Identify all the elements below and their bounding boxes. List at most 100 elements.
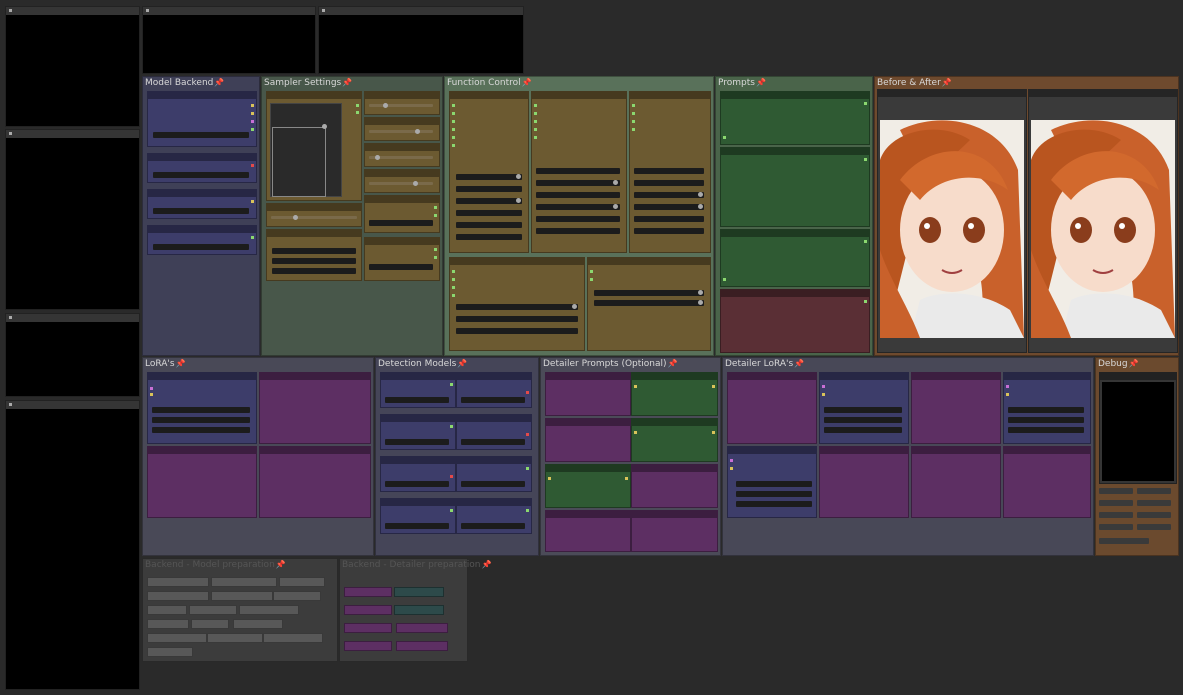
function-switch-node-1[interactable] bbox=[449, 91, 529, 253]
node-header[interactable] bbox=[728, 373, 816, 380]
output-socket[interactable] bbox=[251, 200, 254, 203]
node-header[interactable] bbox=[148, 226, 256, 233]
node-header[interactable] bbox=[6, 130, 139, 138]
input-socket[interactable] bbox=[534, 120, 537, 123]
input-socket[interactable] bbox=[452, 120, 455, 123]
node-header[interactable] bbox=[632, 511, 717, 518]
toggle-row[interactable] bbox=[456, 186, 522, 192]
pipe-node[interactable] bbox=[394, 605, 444, 615]
node-header[interactable] bbox=[365, 118, 439, 125]
toggle-row[interactable] bbox=[456, 234, 522, 240]
output-socket[interactable] bbox=[712, 431, 715, 434]
pipe-node[interactable] bbox=[147, 619, 189, 629]
model-widget[interactable] bbox=[385, 397, 449, 403]
pipe-node[interactable] bbox=[233, 619, 283, 629]
toggle-knob[interactable] bbox=[698, 204, 703, 209]
model-widget[interactable] bbox=[461, 397, 525, 403]
lora-widget[interactable] bbox=[824, 417, 902, 423]
input-socket[interactable] bbox=[452, 286, 455, 289]
input-socket[interactable] bbox=[632, 112, 635, 115]
slider-knob[interactable] bbox=[383, 103, 388, 108]
debug-row[interactable] bbox=[1137, 524, 1171, 530]
node-header[interactable] bbox=[457, 415, 531, 422]
denoise-slider-node[interactable] bbox=[364, 143, 440, 167]
toggle-row[interactable] bbox=[594, 300, 704, 306]
detailer-lora-node-6[interactable] bbox=[819, 446, 909, 518]
toggle-row[interactable] bbox=[536, 228, 620, 234]
function-switch-node-2[interactable] bbox=[531, 91, 627, 253]
output-socket[interactable] bbox=[864, 240, 867, 243]
input-socket[interactable] bbox=[452, 294, 455, 297]
output-socket[interactable] bbox=[450, 475, 453, 478]
toggle-row[interactable] bbox=[536, 216, 620, 222]
debug-row[interactable] bbox=[1137, 500, 1171, 506]
detailer-lora-node-7[interactable] bbox=[911, 446, 1001, 518]
toggle-knob[interactable] bbox=[516, 198, 521, 203]
toggle-row[interactable] bbox=[634, 204, 704, 210]
group-detailer-prompts[interactable]: Detailer Prompts (Optional)📌 bbox=[540, 357, 721, 556]
input-socket[interactable] bbox=[1006, 393, 1009, 396]
collapse-icon[interactable] bbox=[9, 9, 12, 12]
lora-widget[interactable] bbox=[1008, 417, 1084, 423]
output-socket[interactable] bbox=[251, 128, 254, 131]
node-header[interactable] bbox=[912, 373, 1000, 380]
node-header[interactable] bbox=[546, 465, 630, 472]
group-backend-model-pipe[interactable]: Backend - Model preparation📌 bbox=[142, 558, 338, 662]
model-widget[interactable] bbox=[385, 439, 449, 445]
output-socket[interactable] bbox=[450, 383, 453, 386]
input-socket[interactable] bbox=[590, 278, 593, 281]
input-socket[interactable] bbox=[548, 477, 551, 480]
input-socket[interactable] bbox=[632, 120, 635, 123]
debug-row[interactable] bbox=[1137, 512, 1171, 518]
node-header[interactable] bbox=[148, 92, 256, 99]
output-socket[interactable] bbox=[356, 104, 359, 107]
detailer-lora-node-8[interactable] bbox=[1003, 446, 1091, 518]
input-socket[interactable] bbox=[534, 128, 537, 131]
output-socket[interactable] bbox=[251, 120, 254, 123]
input-socket[interactable] bbox=[590, 270, 593, 273]
node-header[interactable] bbox=[457, 499, 531, 506]
input-socket[interactable] bbox=[634, 431, 637, 434]
lora-stack-node-3[interactable] bbox=[259, 446, 371, 518]
pipe-node[interactable] bbox=[344, 623, 392, 633]
group-model-backend[interactable]: Model Backend📌 bbox=[142, 76, 260, 356]
negative-prompt-node[interactable] bbox=[720, 289, 870, 353]
output-socket[interactable] bbox=[251, 236, 254, 239]
debug-row[interactable] bbox=[1099, 488, 1133, 494]
clip-skip-node[interactable] bbox=[364, 169, 440, 193]
steps-slider-node[interactable] bbox=[364, 117, 440, 141]
node-header[interactable] bbox=[457, 457, 531, 464]
debug-row[interactable] bbox=[1099, 512, 1133, 518]
toggle-row[interactable] bbox=[594, 290, 704, 296]
node-header[interactable] bbox=[319, 7, 523, 15]
preview-node-2[interactable] bbox=[5, 129, 140, 310]
input-socket[interactable] bbox=[822, 393, 825, 396]
detector-node-2[interactable] bbox=[456, 372, 532, 408]
detailer-prompt-node-6[interactable] bbox=[631, 464, 718, 508]
output-socket[interactable] bbox=[356, 111, 359, 114]
pipe-node[interactable] bbox=[147, 591, 209, 601]
node-header[interactable] bbox=[1004, 447, 1090, 454]
preview-node-1[interactable] bbox=[5, 6, 140, 127]
node-header[interactable] bbox=[546, 511, 630, 518]
debug-row[interactable] bbox=[1099, 538, 1149, 544]
node-header[interactable] bbox=[148, 373, 256, 380]
detailer-lora-node-1[interactable] bbox=[727, 372, 817, 444]
toggle-knob[interactable] bbox=[698, 290, 703, 295]
toggle-row[interactable] bbox=[456, 316, 578, 322]
after-preview-node[interactable] bbox=[1028, 89, 1178, 353]
detailer-prompt-node-4[interactable] bbox=[631, 418, 718, 462]
checkpoint-loader-node[interactable] bbox=[147, 91, 257, 147]
cfg-node[interactable] bbox=[364, 91, 440, 115]
pipe-node[interactable] bbox=[147, 647, 193, 657]
node-header[interactable] bbox=[588, 258, 710, 265]
node-header[interactable] bbox=[260, 447, 370, 454]
output-socket[interactable] bbox=[251, 104, 254, 107]
output-socket[interactable] bbox=[450, 425, 453, 428]
detailer-lora-node-5[interactable] bbox=[727, 446, 817, 518]
node-header[interactable] bbox=[820, 373, 908, 380]
detector-node-3[interactable] bbox=[380, 414, 456, 450]
model-widget[interactable] bbox=[461, 481, 525, 487]
slider-knob[interactable] bbox=[413, 181, 418, 186]
debug-row[interactable] bbox=[1099, 524, 1133, 530]
